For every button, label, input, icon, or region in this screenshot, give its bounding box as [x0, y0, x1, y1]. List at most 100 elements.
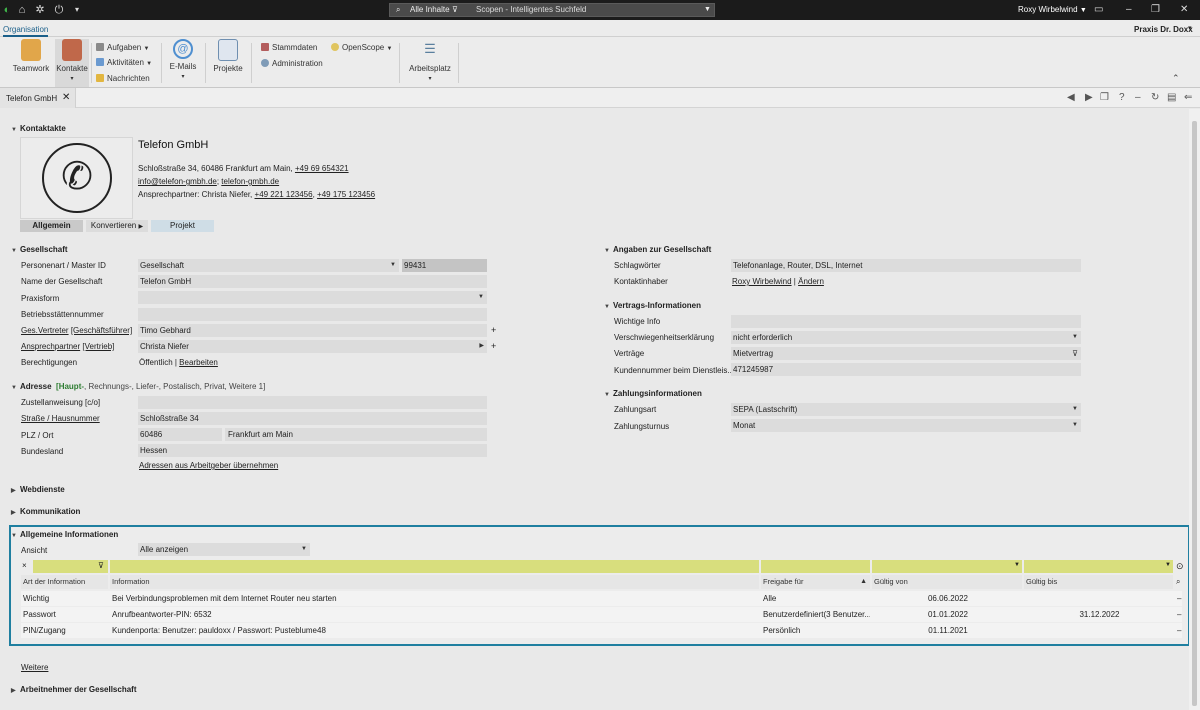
personenart-select[interactable]: Gesellschaft ▼ [138, 259, 399, 272]
ansprechpartner-field[interactable]: Christa Niefer ▶ [138, 340, 487, 353]
column-header-freigabe[interactable]: Freigabe für ▲ [761, 575, 870, 589]
kontaktinhaber-link[interactable]: Roxy Wirbelwind [732, 277, 792, 286]
kontakte-button[interactable]: Kontakte ▾ [55, 39, 89, 87]
section-kontaktakte[interactable]: ▼ Kontaktakte [11, 124, 66, 133]
filter-gueltig-bis[interactable]: ▼ [1024, 560, 1173, 573]
document-tab[interactable]: Telefon GmbH ✕ [0, 88, 76, 108]
remove-row-icon[interactable]: – [1175, 591, 1183, 606]
column-header-information[interactable]: Information [110, 575, 759, 589]
filter-freigabe[interactable] [761, 560, 870, 573]
contact-email-link[interactable]: info@telefon-gmbh.de [138, 177, 217, 186]
address-types-rest[interactable]: , Rechnungs-, Liefer-, Postalisch, Priva… [84, 382, 265, 391]
strasse-field[interactable]: Schloßstraße 34 [138, 412, 487, 425]
collapse-ribbon-icon[interactable]: ⌃ [1172, 73, 1180, 84]
plz-field[interactable]: 60486 [138, 428, 222, 441]
clear-filter-icon[interactable]: × [22, 561, 27, 570]
administration-button[interactable]: Administration [261, 59, 323, 69]
wichtige-info-field[interactable] [731, 315, 1081, 328]
aendern-link[interactable]: Ändern [798, 277, 824, 286]
section-allgemeine-informationen[interactable]: ▼ Allgemeine Informationen [11, 530, 118, 539]
kundennummer-field[interactable]: 471245987 [731, 363, 1081, 376]
table-row[interactable]: PIN/Zugang Kundenporta: Benutzer: pauldo… [21, 623, 1182, 638]
praxisform-select[interactable]: ▼ [138, 291, 487, 304]
verschwiegenheit-select[interactable]: nicht erforderlich ▼ [731, 331, 1081, 344]
ansicht-select[interactable]: Alle anzeigen ▼ [138, 543, 310, 556]
exit-icon[interactable]: ⇐ [1184, 92, 1192, 104]
smart-search-field[interactable]: ⌕ Alle Inhalte ⊽ Scopen - Intelligentes … [389, 3, 715, 17]
refresh-icon[interactable]: ↻ [1151, 92, 1159, 104]
section-angaben[interactable]: ▼ Angaben zur Gesellschaft [604, 245, 711, 254]
chevron-down-icon[interactable]: ▾ [1188, 24, 1192, 32]
display-icon[interactable]: ▭ [1094, 3, 1103, 17]
contact-phone1-link[interactable]: +49 221 123456 [255, 190, 313, 199]
column-header-gueltig-bis[interactable]: Gültig bis [1024, 575, 1173, 589]
ges-vertreter-link[interactable]: Ges.Vertreter [21, 326, 69, 335]
add-icon[interactable]: + [491, 325, 496, 335]
aktivitaeten-button[interactable]: Aktivitäten ▼ [96, 58, 152, 69]
stammdaten-button[interactable]: Stammdaten [261, 43, 317, 53]
minimize-icon[interactable]: – [1126, 3, 1132, 17]
search-dropdown-icon[interactable]: ▼ [704, 4, 711, 16]
filter-art[interactable]: ⊽ [33, 560, 108, 573]
tab-allgemein[interactable]: Allgemein [20, 220, 83, 232]
ansprechpartner-link[interactable]: Ansprechpartner [21, 342, 80, 351]
contact-phone2-link[interactable]: +49 175 123456 [317, 190, 375, 199]
ansprechpartner-role-link[interactable]: [Vertrieb] [82, 342, 114, 351]
arbeitsplatz-button[interactable]: ☰ Arbeitsplatz ▾ [408, 39, 452, 82]
label-strasse[interactable]: Straße / Hausnummer [21, 414, 100, 423]
remove-row-icon[interactable]: – [1175, 623, 1183, 638]
column-header-art[interactable]: Art der Information [21, 575, 108, 589]
duplicate-icon[interactable]: ❐ [1100, 92, 1109, 104]
search-icon[interactable]: ⌕ [1176, 577, 1180, 587]
table-row[interactable]: Passwort Anrufbeantworter-PIN: 6532 Benu… [21, 607, 1182, 622]
table-row[interactable]: Wichtig Bei Verbindungsproblemen mit dem… [21, 591, 1182, 606]
schlagwoerter-field[interactable]: Telefonanlage, Router, DSL, Internet [731, 259, 1081, 272]
section-webdienste[interactable]: ▶ Webdienste [11, 485, 65, 494]
projekte-button[interactable]: Projekte [212, 39, 244, 73]
practice-name[interactable]: Praxis Dr. Doxx [1134, 25, 1193, 34]
ort-field[interactable]: Frankfurt am Main [225, 428, 487, 441]
zustellanweisung-field[interactable] [138, 396, 487, 409]
section-gesellschaft[interactable]: ▼ Gesellschaft [11, 245, 68, 254]
weitere-link[interactable]: Weitere [21, 663, 48, 672]
scrollbar-thumb[interactable] [1192, 121, 1197, 706]
vertraege-field[interactable]: Mietvertrag ⊽ [731, 347, 1081, 360]
help-icon[interactable]: ? [1119, 92, 1125, 104]
minus-icon[interactable]: – [1135, 92, 1141, 104]
forward-icon[interactable]: ▶ [1085, 92, 1093, 104]
remove-row-icon[interactable]: – [1175, 607, 1183, 622]
bearbeiten-link[interactable]: Bearbeiten [179, 358, 218, 367]
filter-icon[interactable]: ⊽ [1072, 347, 1078, 360]
emails-button[interactable]: @ E-Mails ▾ [168, 39, 198, 80]
filter-icon[interactable]: ⊽ [452, 4, 458, 16]
address-type-haupt[interactable]: [Haupt- [56, 382, 84, 391]
section-vertrag[interactable]: ▼ Vertrags-Informationen [604, 301, 701, 310]
search-input[interactable]: Scopen - Intelligentes Suchfeld [476, 4, 586, 16]
teamwork-button[interactable]: Teamwork [12, 39, 50, 73]
openscope-button[interactable]: OpenScope ▼ [331, 43, 392, 54]
section-arbeitnehmer[interactable]: ▶ Arbeitnehmer der Gesellschaft [11, 685, 136, 694]
zahlungsart-select[interactable]: SEPA (Lastschrift) ▼ [731, 403, 1081, 416]
add-icon[interactable]: + [491, 341, 496, 351]
bundesland-field[interactable]: Hessen [138, 444, 487, 457]
zahlungsturnus-select[interactable]: Monat ▼ [731, 419, 1081, 432]
filter-funnel-icon[interactable]: ⊽ [98, 561, 104, 570]
section-adresse[interactable]: ▼ Adresse [Haupt-, Rechnungs-, Liefer-, P… [11, 382, 265, 391]
power-icon[interactable]: ⏻ [52, 3, 66, 17]
quick-access-dropdown-icon[interactable]: ▾ [70, 3, 84, 17]
vertical-scrollbar[interactable] [1189, 109, 1200, 710]
tab-projekt[interactable]: Projekt [151, 220, 214, 232]
bag-icon[interactable]: ⌂ [15, 3, 29, 17]
section-zahlung[interactable]: ▼ Zahlungsinformationen [604, 389, 702, 398]
nachrichten-button[interactable]: Nachrichten [96, 74, 150, 84]
filter-information[interactable] [110, 560, 759, 573]
name-gesellschaft-field[interactable]: Telefon GmbH [138, 275, 487, 288]
gear-icon[interactable]: ✲ [33, 3, 47, 17]
ges-vertreter-field[interactable]: Timo Gebhard [138, 324, 487, 337]
print-icon[interactable]: ▤ [1167, 92, 1176, 104]
user-menu[interactable]: Roxy Wirbelwind ▼ [1018, 3, 1087, 18]
aufgaben-button[interactable]: Aufgaben ▼ [96, 43, 149, 54]
contact-website-link[interactable]: telefon-gmbh.de [221, 177, 279, 186]
contact-phone-link[interactable]: +49 69 654321 [295, 164, 349, 173]
close-icon[interactable]: ✕ [1180, 3, 1188, 17]
